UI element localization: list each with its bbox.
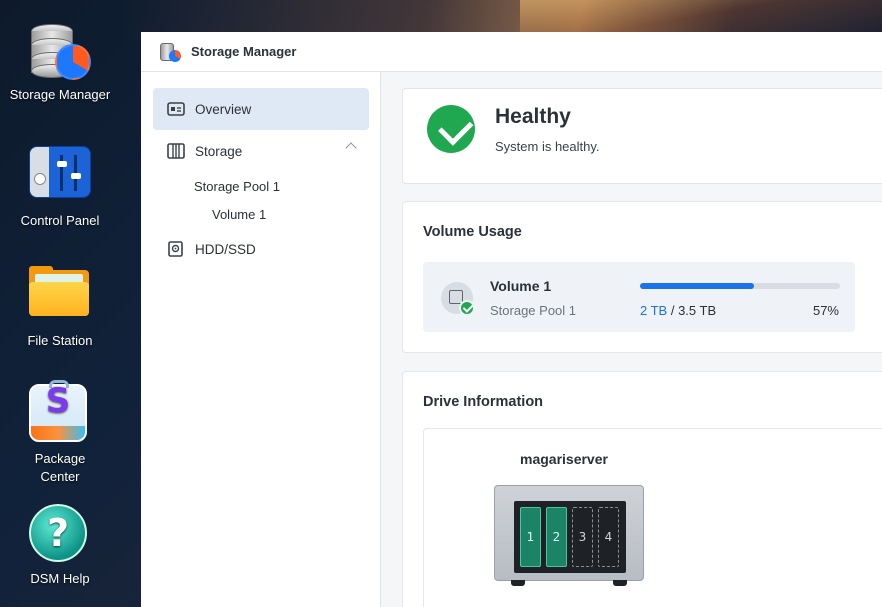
chevron-up-icon[interactable] <box>345 142 357 154</box>
health-status-subtitle: System is healthy. <box>495 139 600 154</box>
package-center-icon: S <box>29 380 91 446</box>
window-titlebar[interactable]: Storage Manager <box>141 32 882 72</box>
health-card: Healthy System is healthy. <box>402 88 882 184</box>
drive-bay-3[interactable]: 3 <box>572 507 593 567</box>
volume-usage-card: Volume Usage Volume 1 Storage Pool 1 2 T… <box>402 201 882 353</box>
drive-bay-2[interactable]: 2 <box>546 507 567 567</box>
health-status-title: Healthy <box>495 105 571 128</box>
healthy-check-icon <box>459 300 475 316</box>
sidebar-item-label: Overview <box>195 101 252 117</box>
sidebar-item-label: Storage <box>195 143 243 159</box>
desktop-icon-dsm-help[interactable]: ? DSM Help <box>0 502 120 588</box>
storage-manager-icon <box>159 41 181 63</box>
desktop-icon-label: DSM Help <box>30 571 90 586</box>
volume-usage-heading: Volume Usage <box>423 224 522 240</box>
volume-usage-percent: 57% <box>812 303 839 318</box>
desktop-icon-label: Control Panel <box>20 213 100 228</box>
volume-icon <box>441 282 475 316</box>
help-icon: ? <box>29 504 91 566</box>
drive-information-heading: Drive Information <box>423 394 544 410</box>
sidebar: Overview Storage Storage Pool 1 Volume 1… <box>141 72 381 607</box>
sidebar-item-label: HDD/SSD <box>195 241 256 257</box>
sidebar-item-overview[interactable]: Overview <box>153 88 369 130</box>
volume-capacity: 2 TB / 3.5 TB <box>640 303 716 318</box>
desktop-icon-label: Package Center <box>34 451 86 484</box>
desktop-icon-control-panel[interactable]: Control Panel <box>0 140 120 230</box>
nas-drive-bays: 1 2 3 4 <box>514 501 626 573</box>
storage-manager-icon <box>29 20 91 82</box>
capacity-separator: / <box>667 303 679 318</box>
desktop: Storage Manager Control Panel File Stati… <box>0 0 141 607</box>
usage-progress-fill <box>640 283 754 289</box>
drive-panel: magariserver 1 2 3 4 <box>423 428 882 607</box>
sidebar-item-volume-1[interactable]: Volume 1 <box>212 207 266 222</box>
sidebar-item-storage-pool-1[interactable]: Storage Pool 1 <box>194 179 280 194</box>
desktop-icon-storage-manager[interactable]: Storage Manager <box>0 20 120 104</box>
drive-bay-4[interactable]: 4 <box>598 507 619 567</box>
main-content: Healthy System is healthy. Volume Usage … <box>382 72 882 607</box>
volume-used: 2 TB <box>640 303 668 318</box>
storage-manager-window: Storage Manager Overview Storage Storage… <box>141 32 882 607</box>
desktop-icon-package-center[interactable]: S Package Center <box>0 380 120 486</box>
volume-pool-name: Storage Pool 1 <box>490 303 577 318</box>
overview-icon <box>167 101 185 117</box>
drive-information-card: Drive Information magariserver 1 2 3 4 <box>402 371 882 607</box>
sidebar-item-hdd-ssd[interactable]: HDD/SSD <box>153 228 369 270</box>
drive-bay-1[interactable]: 1 <box>520 507 541 567</box>
volume-usage-row[interactable]: Volume 1 Storage Pool 1 2 TB / 3.5 TB 57… <box>423 262 855 332</box>
server-name: magariserver <box>520 451 608 467</box>
nas-foot <box>511 580 525 586</box>
sidebar-item-storage[interactable]: Storage <box>153 130 369 172</box>
storage-icon <box>167 143 185 159</box>
hard-drive-icon <box>167 241 185 257</box>
check-circle-icon <box>427 105 475 153</box>
folder-icon <box>29 266 91 328</box>
desktop-icon-label: File Station <box>27 333 93 348</box>
desktop-icon-label: Storage Manager <box>9 87 111 102</box>
window-title: Storage Manager <box>191 44 297 59</box>
volume-total: 3.5 TB <box>678 303 717 318</box>
volume-name: Volume 1 <box>490 278 552 294</box>
nas-foot <box>613 580 627 586</box>
wallpaper-streak <box>520 0 882 32</box>
desktop-icon-file-station[interactable]: File Station <box>0 260 120 350</box>
usage-progress-bar <box>640 283 840 289</box>
control-panel-icon <box>29 146 91 208</box>
nas-device: 1 2 3 4 <box>494 485 644 586</box>
